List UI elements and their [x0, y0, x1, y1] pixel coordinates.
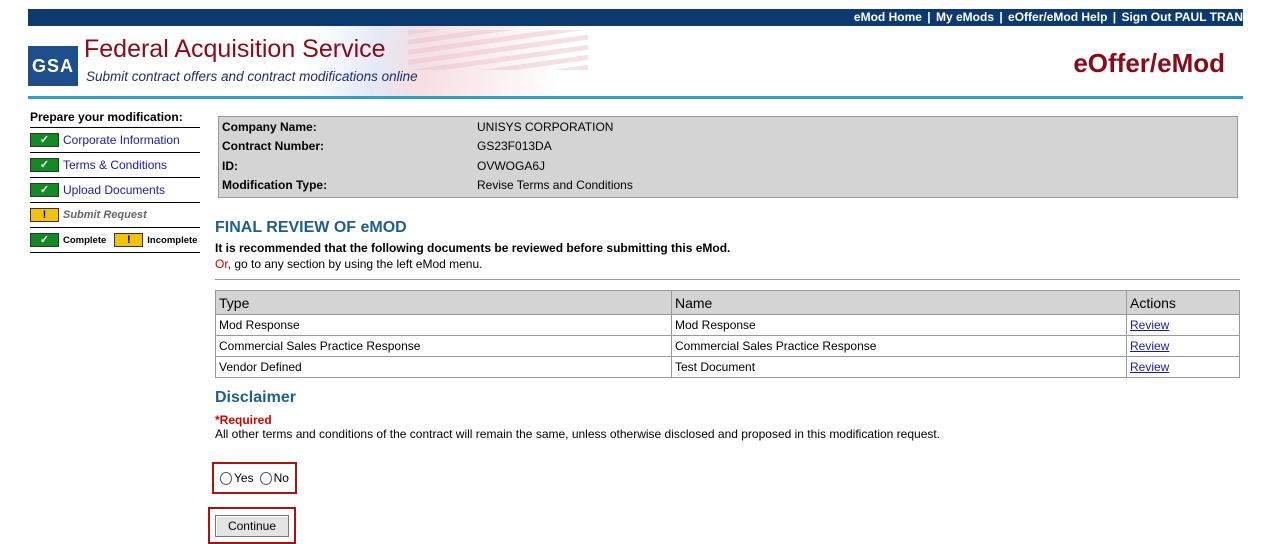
gsa-logo: GSA	[28, 46, 78, 86]
contract-number-value: GS23F013DA	[477, 139, 552, 154]
incomplete-warning-icon: !	[30, 208, 59, 222]
complete-check-icon: ✓	[30, 133, 59, 147]
radio-yes[interactable]	[220, 471, 233, 485]
nav-separator: |	[1112, 10, 1117, 24]
document-action-cell: Review	[1126, 356, 1240, 378]
table-row: Commercial Sales Practice Response Comme…	[215, 335, 1240, 357]
or-word: Or	[215, 257, 228, 271]
header-divider	[28, 96, 1243, 99]
required-indicator: *Required	[215, 413, 272, 427]
info-label: Company Name:	[222, 119, 317, 134]
document-action-cell: Review	[1126, 335, 1240, 357]
complete-check-icon: ✓	[30, 158, 59, 172]
sidebar-item-label[interactable]: Corporate Information	[63, 133, 180, 147]
sign-out-link[interactable]: Sign Out PAUL TRAN	[1121, 10, 1243, 24]
app-title: eOffer/eMod	[1073, 48, 1225, 78]
complete-check-icon: ✓	[30, 183, 59, 197]
agency-title: Federal Acquisition Service	[84, 35, 386, 63]
help-link[interactable]: eOffer/eMod Help	[1008, 10, 1107, 24]
info-row-contract-number: Contract Number: GS23F013DA	[219, 137, 1237, 157]
status-legend: ✓ Complete ! Incomplete	[30, 228, 200, 253]
document-type-cell: Vendor Defined	[215, 356, 672, 378]
radio-no-label[interactable]: No	[274, 471, 289, 485]
column-header-type: Type	[215, 290, 672, 315]
document-name-cell: Test Document	[671, 356, 1127, 378]
section-divider	[215, 279, 1240, 280]
review-link[interactable]: Review	[1130, 339, 1169, 353]
agency-subtitle: Submit contract offers and contract modi…	[86, 69, 418, 84]
complete-check-icon: ✓	[30, 233, 59, 247]
disclaimer-heading: Disclaimer	[215, 389, 296, 406]
final-review-heading: FINAL REVIEW OF eMOD	[215, 219, 407, 236]
disclaimer-radio-group: Yes No	[212, 462, 297, 494]
info-row-modification-type: Modification Type: Revise Terms and Cond…	[219, 176, 1237, 196]
sidebar-item-upload-documents[interactable]: ✓ Upload Documents	[30, 178, 200, 203]
info-label: Modification Type:	[222, 178, 328, 193]
info-row-company-name: Company Name: UNISYS CORPORATION	[219, 117, 1237, 137]
info-row-id: ID: OVWOGA6J	[219, 156, 1237, 176]
nav-separator: |	[927, 10, 931, 24]
incomplete-warning-icon: !	[114, 233, 144, 247]
top-nav-bar: eMod Home | My eMods | eOffer/eMod Help …	[28, 9, 1243, 26]
document-name-cell: Mod Response	[671, 314, 1127, 336]
continue-highlight: Continue	[208, 507, 296, 544]
nav-separator: |	[999, 10, 1003, 24]
document-name-cell: Commercial Sales Practice Response	[671, 335, 1127, 357]
my-emods-link[interactable]: My eMods	[936, 10, 994, 24]
or-rest: , go to any section by using the left eM…	[227, 257, 483, 271]
sidebar-item-label[interactable]: Terms & Conditions	[63, 158, 167, 172]
sidebar-title: Prepare your modification:	[30, 110, 200, 128]
sidebar-item-label[interactable]: Upload Documents	[63, 183, 165, 197]
table-row: Mod Response Mod Response Review	[215, 314, 1240, 336]
sidebar-menu: Prepare your modification: ✓ Corporate I…	[30, 110, 200, 253]
id-value: OVWOGA6J	[477, 158, 546, 173]
emod-home-link[interactable]: eMod Home	[854, 10, 922, 24]
company-info-panel: Company Name: UNISYS CORPORATION Contrac…	[218, 116, 1238, 198]
info-label: Contract Number:	[222, 139, 325, 154]
column-header-name: Name	[671, 290, 1127, 315]
continue-button[interactable]: Continue	[215, 514, 289, 537]
document-action-cell: Review	[1126, 314, 1240, 336]
radio-no[interactable]	[259, 471, 272, 485]
company-name-value: UNISYS CORPORATION	[477, 119, 614, 134]
documents-table: Type Name Actions Mod Response Mod Respo…	[215, 290, 1240, 378]
review-alternative-text: Or, go to any section by using the left …	[215, 257, 483, 271]
review-link[interactable]: Review	[1130, 360, 1169, 374]
legend-complete-label: Complete	[63, 234, 107, 246]
table-row: Vendor Defined Test Document Review	[215, 356, 1240, 378]
document-type-cell: Commercial Sales Practice Response	[215, 335, 672, 357]
flag-stripes-graphic	[408, 30, 588, 70]
sidebar-item-submit-request: ! Submit Request	[30, 203, 200, 228]
document-type-cell: Mod Response	[215, 314, 672, 336]
sidebar-item-label: Submit Request	[63, 209, 147, 221]
sidebar-item-corporate-information[interactable]: ✓ Corporate Information	[30, 128, 200, 153]
modification-type-value: Revise Terms and Conditions	[477, 178, 633, 193]
sidebar-item-terms-conditions[interactable]: ✓ Terms & Conditions	[30, 153, 200, 178]
column-header-actions: Actions	[1126, 290, 1240, 315]
info-label: ID:	[222, 158, 238, 173]
review-recommendation-text: It is recommended that the following doc…	[215, 241, 731, 255]
review-link[interactable]: Review	[1130, 318, 1169, 332]
legend-incomplete-label: Incomplete	[147, 234, 198, 246]
disclaimer-text: All other terms and conditions of the co…	[215, 427, 941, 441]
site-header: GSA Federal Acquisition Service Submit c…	[28, 26, 1243, 96]
radio-yes-label[interactable]: Yes	[234, 471, 254, 485]
table-header-row: Type Name Actions	[215, 290, 1240, 315]
